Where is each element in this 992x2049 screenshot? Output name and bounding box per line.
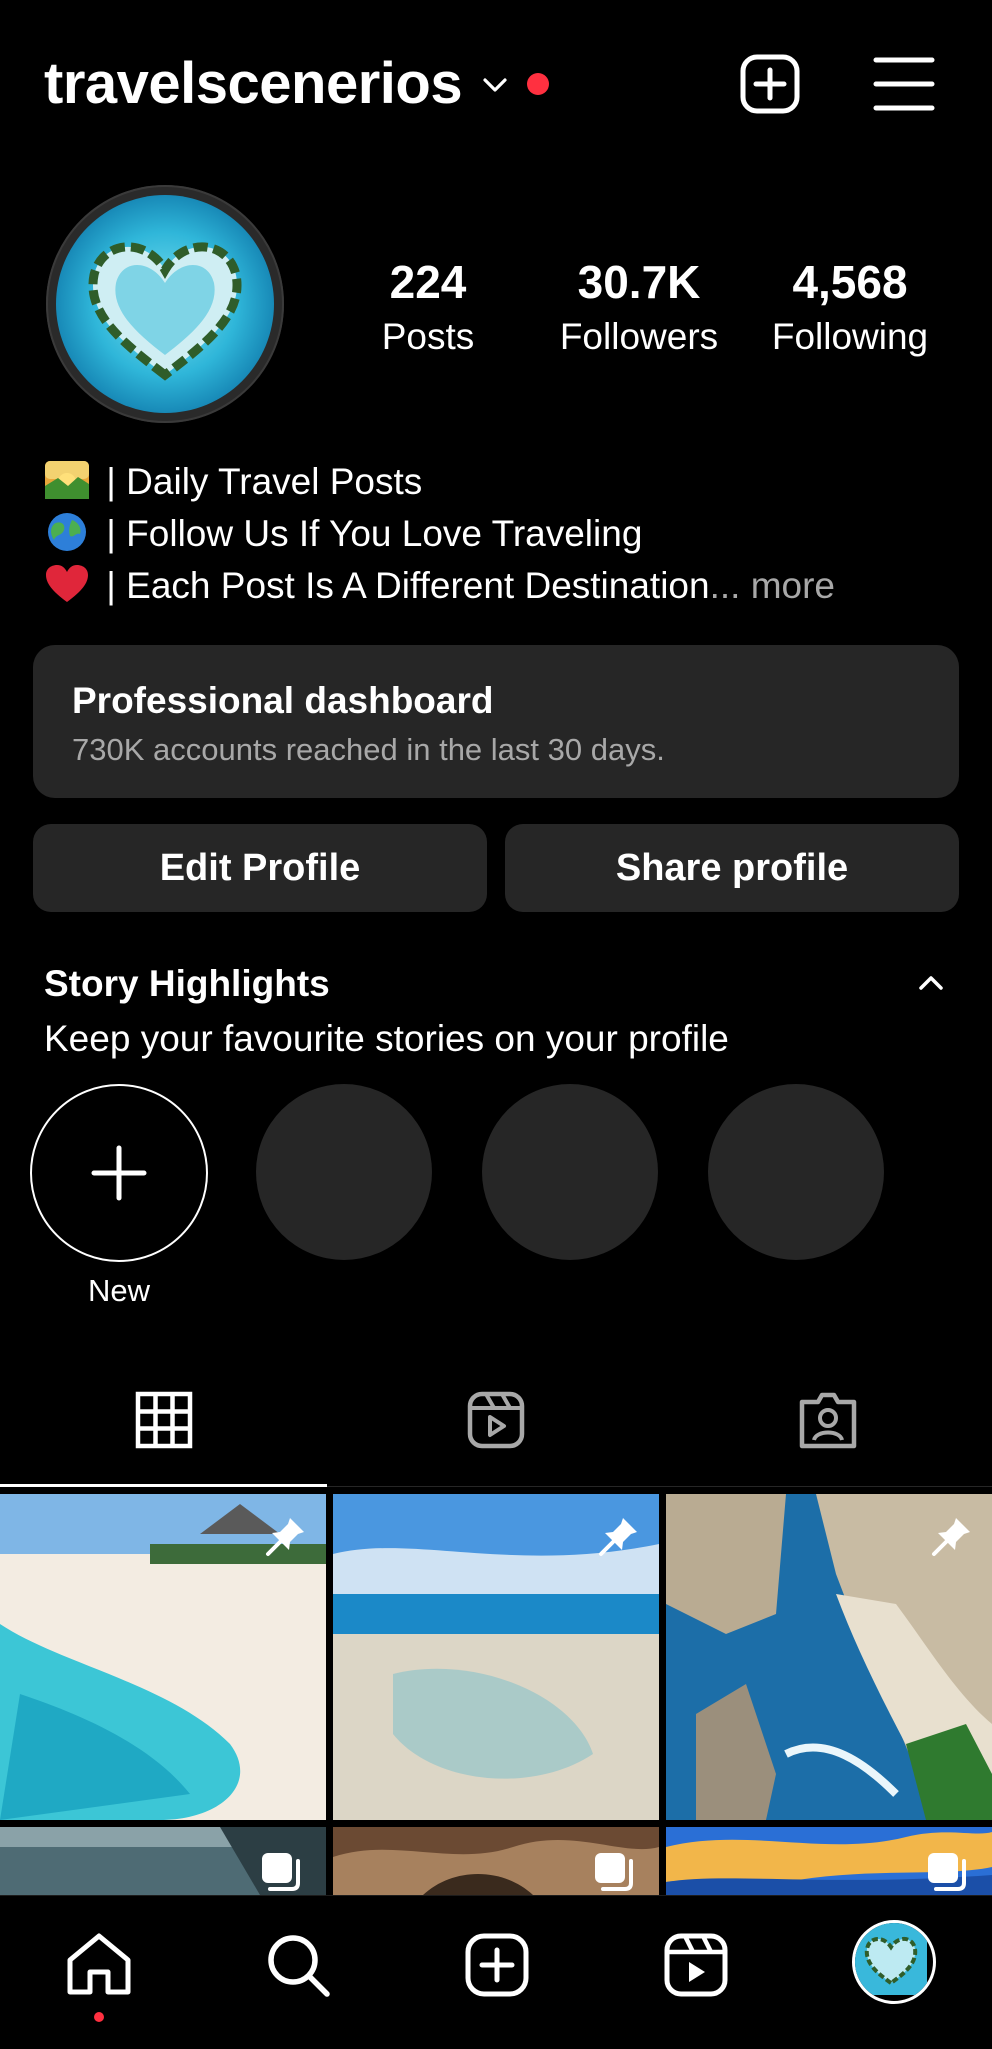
bio-line-1: | Daily Travel Posts [44,456,944,508]
reels-icon[interactable] [466,1390,526,1450]
pin-icon [599,1518,637,1556]
highlight-placeholder [256,1084,432,1260]
bio-more-link[interactable]: ... more [710,565,835,606]
highlights-title: Story Highlights [44,963,330,1004]
pin-icon [266,1518,304,1556]
followers-count[interactable]: 30.7K Followers [534,254,744,362]
collapse-caret-icon[interactable] [912,968,950,998]
post-thumbnail[interactable] [333,1494,659,1820]
posts-count[interactable]: 224 Posts [323,254,533,362]
new-highlight-button[interactable] [30,1084,208,1262]
posts-label: Posts [381,316,475,357]
grid-icon[interactable] [134,1390,194,1450]
highlights-subtitle: Keep your favourite stories on your prof… [44,1018,729,1059]
post-thumbnail[interactable] [0,1494,326,1820]
post-thumbnail[interactable] [666,1494,992,1820]
notification-dot [527,73,549,95]
followers-label: Followers [559,316,719,357]
carousel-icon [595,1853,633,1891]
pin-icon [932,1518,970,1556]
posts-value: 224 [389,256,467,308]
sunrise-emoji [45,461,89,499]
create-icon[interactable] [462,1930,532,2000]
search-icon[interactable] [263,1930,333,2000]
bio-text-1: | Daily Travel Posts [96,461,423,502]
home-notification-dot [94,2012,104,2022]
following-label: Following [771,316,929,357]
edit-profile-button[interactable]: Edit Profile [33,824,487,912]
active-tab-indicator [0,1484,327,1487]
following-value: 4,568 [792,256,908,308]
carousel-icon [262,1853,300,1891]
post-thumbnail[interactable] [333,1827,659,1895]
reels-nav-icon[interactable] [661,1930,731,2000]
following-count[interactable]: 4,568 Following [745,254,955,362]
bio-text-2: | Follow Us If You Love Traveling [96,513,643,554]
profile-avatar[interactable] [56,195,274,413]
share-profile-button[interactable]: Share profile [505,824,959,912]
create-post-icon[interactable] [738,52,802,116]
red-heart-emoji [46,565,88,602]
plus-icon [91,1145,147,1201]
bio-line-2: | Follow Us If You Love Traveling [44,508,944,560]
menu-icon[interactable] [872,52,936,116]
followers-value: 30.7K [577,256,701,308]
bio-text-3: | Each Post Is A Different Destination [96,565,710,606]
tagged-icon[interactable] [798,1390,858,1450]
post-thumbnail[interactable] [0,1827,326,1895]
home-icon[interactable] [64,1930,134,2000]
carousel-icon [928,1853,966,1891]
bio-line-3: | Each Post Is A Different Destination..… [44,560,944,612]
chevron-down-icon[interactable] [480,70,510,100]
globe-emoji [48,513,86,551]
dashboard-title: Professional dashboard [72,680,494,721]
dashboard-subtitle: 730K accounts reached in the last 30 day… [72,732,665,767]
highlight-placeholder [482,1084,658,1260]
profile-avatar-nav[interactable] [852,1920,936,2004]
profile-username[interactable]: travelscenerios [44,48,463,120]
highlight-placeholder [708,1084,884,1260]
post-thumbnail[interactable] [666,1827,992,1895]
new-highlight-label: New [87,1273,150,1308]
